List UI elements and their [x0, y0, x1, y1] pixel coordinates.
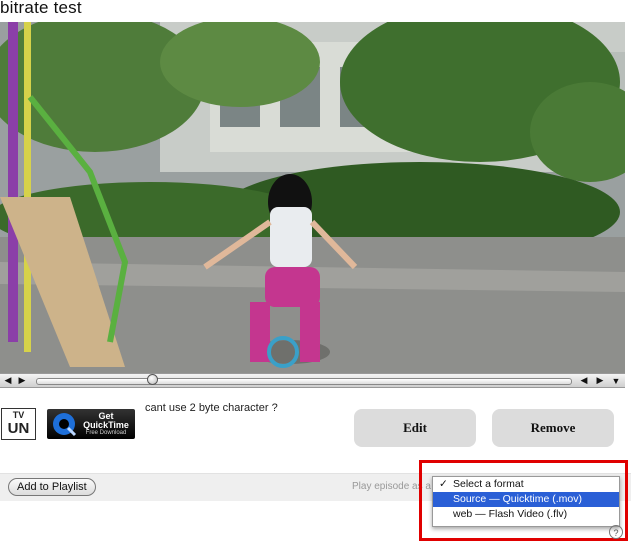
video-controls: ◀ ▶ ◀ ▶ ▼ — [0, 373, 625, 388]
format-option-select[interactable]: ✓ Select a format — [433, 477, 619, 492]
check-icon: ✓ — [439, 478, 448, 490]
quicktime-sub: Free Download — [85, 430, 127, 436]
page-title: bitrate test — [0, 0, 82, 17]
episode-description: cant use 2 byte character ? — [145, 402, 278, 414]
un-logo[interactable]: TV UN — [1, 408, 36, 440]
speaker-icon[interactable]: ◀ — [2, 375, 14, 386]
step-forward-icon[interactable]: ▶ — [594, 375, 606, 386]
format-option-label: web — Flash Video (.flv) — [453, 508, 568, 520]
format-option-label: Select a format — [453, 478, 524, 490]
format-option-source[interactable]: Source — Quicktime (.mov) — [433, 492, 619, 507]
un-logo-text: UN — [7, 420, 30, 437]
dropdown-icon[interactable]: ▼ — [610, 375, 622, 386]
get-quicktime-button[interactable]: Get QuickTime Free Download — [47, 409, 135, 439]
help-icon[interactable]: ? — [609, 525, 623, 539]
format-option-label: Source — Quicktime (.mov) — [453, 493, 582, 505]
video-frame[interactable] — [0, 22, 625, 373]
step-back-icon[interactable]: ◀ — [578, 375, 590, 386]
remove-button[interactable]: Remove — [492, 409, 614, 447]
scrub-track[interactable] — [36, 378, 572, 385]
un-logo-top: TV — [12, 410, 25, 420]
quicktime-line2: QuickTime — [83, 420, 129, 430]
format-option-web[interactable]: web — Flash Video (.flv) — [433, 507, 619, 522]
play-icon[interactable]: ▶ — [16, 375, 28, 386]
format-dropdown-menu[interactable]: ✓ Select a format Source — Quicktime (.m… — [432, 476, 620, 527]
video-still — [0, 22, 625, 373]
edit-button[interactable]: Edit — [354, 409, 476, 447]
quicktime-icon — [53, 413, 77, 437]
add-to-playlist-button[interactable]: Add to Playlist — [8, 478, 96, 496]
